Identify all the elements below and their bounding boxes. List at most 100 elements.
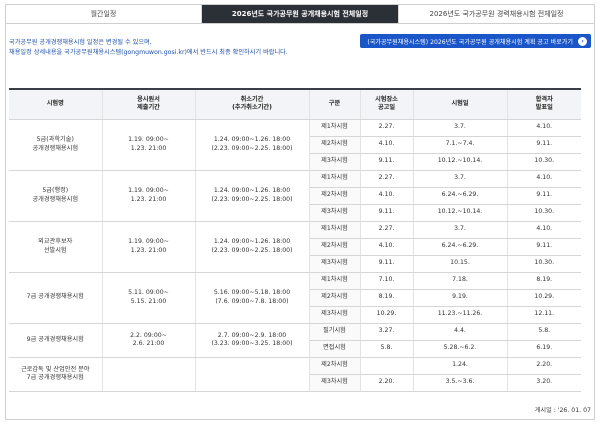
stage-cell: 제1차시험 [309, 170, 361, 188]
header-venue: 시험장소 공고일 [360, 88, 414, 120]
exam-name-cell: 5급(행정) 공개경쟁채용시험 [9, 170, 103, 222]
result-date-cell: 10.29. [507, 289, 581, 307]
venue-date-cell: 3.27. [360, 323, 414, 341]
stage-cell: 제1차시험 [309, 221, 361, 239]
test-date-cell: 3.5.~3.6. [413, 374, 508, 392]
table-row: 9급 공개경쟁채용시험 2.2. 09:00~ 2.6. 21:00 2.7. 09:… [9, 323, 581, 358]
result-date-cell: 10.30. [507, 153, 581, 171]
stage-cell: 면접시험 [309, 340, 361, 358]
application-period-cell: 1.19. 09:00~ 1.23. 21:00 [102, 221, 196, 273]
venue-date-cell: 2.27. [360, 119, 414, 137]
stage-cell: 제3차시험 [309, 204, 361, 222]
result-date-cell: 2.20. [507, 357, 581, 375]
tab-open-recruitment[interactable]: 2026년도 국가공무원 공개채용시험 전체일정 [202, 5, 399, 23]
header-test-date: 시험일 [413, 88, 508, 120]
test-date-cell: 9.19. [413, 289, 508, 307]
test-date-cell: 7.18. [413, 272, 508, 290]
result-date-cell: 4.10. [507, 119, 581, 137]
stage-cell: 제2차시험 [309, 357, 361, 375]
stage-cell: 제3차시험 [309, 255, 361, 273]
table-row: 5급(행정) 공개경쟁채용시험 1.19. 09:00~ 1.23. 21:00 1.2… [9, 170, 581, 222]
test-date-cell: 6.24.~6.29. [413, 238, 508, 256]
notice-line-1: 국가공무원 공개경쟁채용시험 일정은 변경될 수 있으며, [9, 39, 152, 46]
exam-name-cell: 외교관후보자 선발시험 [9, 221, 103, 273]
exam-name-cell: 9급 공개경쟁채용시험 [9, 323, 103, 358]
result-date-cell: 9.11. [507, 187, 581, 205]
chevron-right-icon: › [578, 36, 587, 46]
table-row: 근로감독 및 산업안전 분야 7급 공개경쟁채용시험 제2차시험 1.24. 2.20. [9, 357, 581, 392]
result-date-cell: 10.30. [507, 255, 581, 273]
result-date-cell: 10.30. [507, 204, 581, 222]
venue-date-cell: 4.10. [360, 238, 414, 256]
table-body: 5급(과학기술) 공개경쟁채용시험 1.19. 09:00~ 1.23. 21:00 1… [9, 119, 581, 392]
venue-date-cell: 8.19. [360, 289, 414, 307]
stage-cell: 제1차시험 [309, 119, 361, 137]
test-date-cell: 7.1.~7.4. [413, 136, 508, 154]
test-date-cell: 5.28.~6.2. [413, 340, 508, 358]
venue-date-cell [360, 357, 414, 375]
test-date-cell: 3.7. [413, 119, 508, 137]
cancel-period-cell: 1.24. 09:00~1.26. 18:00 (2.23. 09:00~2.25… [195, 221, 310, 273]
result-date-cell: 9.11. [507, 136, 581, 154]
header-stage: 구분 [309, 88, 361, 120]
cancel-period-cell: 2.7. 09:00~2.9. 18:00 (3.23. 09:00~3.25. … [195, 323, 310, 358]
venue-date-cell: 9.11. [360, 204, 414, 222]
venue-date-cell: 4.10. [360, 136, 414, 154]
test-date-cell: 1.24. [413, 357, 508, 375]
result-date-cell: 5.8. [507, 323, 581, 341]
stage-cell: 제3차시험 [309, 374, 361, 392]
application-period-cell: 1.19. 09:00~ 1.23. 21:00 [102, 119, 196, 171]
test-date-cell: 6.24.~6.29. [413, 187, 508, 205]
venue-date-cell: 10.29. [360, 306, 414, 324]
table-row: 5급(과학기술) 공개경쟁채용시험 1.19. 09:00~ 1.23. 21:00 1… [9, 119, 581, 171]
stage-cell: 제3차시험 [309, 153, 361, 171]
venue-date-cell: 7.10. [360, 272, 414, 290]
tab-monthly[interactable]: 월간일정 [6, 5, 202, 23]
venue-date-cell: 2.27. [360, 221, 414, 239]
stage-cell: 제2차시험 [309, 136, 361, 154]
notice-line-2: 채용일정 상세내용을 국가공무원채용시스템(gongmuwon.gosi.kr)… [9, 49, 288, 56]
announcement-link-button[interactable]: (국가공무원채용시스템) 2026년도 국가공무원 공개채용시험 계획 공고 바… [360, 34, 591, 48]
tab-career-recruitment[interactable]: 2026년도 국가공무원 경력채용시험 전체일정 [399, 5, 594, 23]
test-date-cell: 3.7. [413, 221, 508, 239]
application-period-cell: 1.19. 09:00~ 1.23. 21:00 [102, 170, 196, 222]
venue-date-cell: 4.10. [360, 187, 414, 205]
cancel-period-cell: 1.24. 09:00~1.26. 18:00 (2.23. 09:00~2.25… [195, 119, 310, 171]
cancel-period-cell: 1.24. 09:00~1.26. 18:00 (2.23. 09:00~2.25… [195, 170, 310, 222]
result-date-cell: 9.11. [507, 238, 581, 256]
exam-name-cell: 7급 공개경쟁채용시험 [9, 272, 103, 324]
header-exam: 시험명 [9, 88, 103, 120]
schedule-table: 시험명 응시원서 제출기간 취소기간 (추가취소기간) 구분 시험장소 공고일 시험일… [9, 88, 581, 392]
test-date-cell: 11.23.~11.26. [413, 306, 508, 324]
result-date-cell: 4.10. [507, 170, 581, 188]
venue-date-cell: 9.11. [360, 255, 414, 273]
exam-name-cell: 5급(과학기술) 공개경쟁채용시험 [9, 119, 103, 171]
stage-cell: 제2차시험 [309, 238, 361, 256]
stage-cell: 필기시험 [309, 323, 361, 341]
table-header-row: 시험명 응시원서 제출기간 취소기간 (추가취소기간) 구분 시험장소 공고일 시험일… [9, 88, 581, 120]
application-period-cell: 5.11. 09:00~ 5.15. 21:00 [102, 272, 196, 324]
test-date-cell: 4.4. [413, 323, 508, 341]
result-date-cell: 3.20. [507, 374, 581, 392]
tab-bar: 월간일정 2026년도 국가공무원 공개채용시험 전체일정 2026년도 국가공… [6, 5, 594, 24]
announcement-link-label: (국가공무원채용시스템) 2026년도 국가공무원 공개채용시험 계획 공고 바… [367, 38, 573, 46]
cancel-period-cell: 5.16. 09:00~5.18. 18:00 (7.6. 09:00~7.8. … [195, 272, 310, 324]
venue-date-cell: 9.11. [360, 153, 414, 171]
header-application: 응시원서 제출기간 [102, 88, 196, 120]
result-date-cell: 12.11. [507, 306, 581, 324]
exam-name-cell: 근로감독 및 산업안전 분야 7급 공개경쟁채용시험 [9, 357, 103, 392]
header-cancel: 취소기간 (추가취소기간) [195, 88, 310, 120]
table-row: 7급 공개경쟁채용시험 5.11. 09:00~ 5.15. 21:00 5.16. … [9, 272, 581, 324]
header-result: 합격자 발표일 [507, 88, 581, 120]
result-date-cell: 8.19. [507, 272, 581, 290]
test-date-cell: 10.15. [413, 255, 508, 273]
posted-date: 게시일 : '26. 01. 07 [534, 407, 591, 414]
test-date-cell: 10.12.~10.14. [413, 204, 508, 222]
venue-date-cell: 2.20. [360, 374, 414, 392]
cancel-period-cell [195, 357, 310, 392]
test-date-cell: 3.7. [413, 170, 508, 188]
result-date-cell: 6.19. [507, 340, 581, 358]
notice-text: 국가공무원 공개경쟁채용시험 일정은 변경될 수 있으며, 채용일정 상세내용을… [9, 38, 359, 58]
table-row: 외교관후보자 선발시험 1.19. 09:00~ 1.23. 21:00 1.24. 0… [9, 221, 581, 273]
stage-cell: 제2차시험 [309, 289, 361, 307]
